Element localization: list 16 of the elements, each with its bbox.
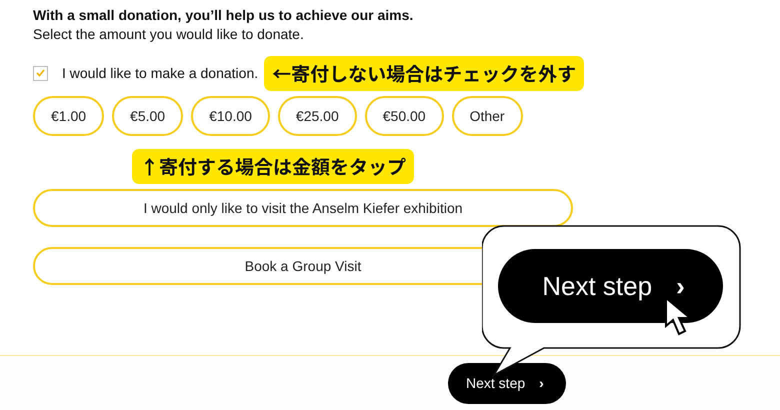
amount-button[interactable]: €50.00: [364, 96, 444, 136]
annotation: ←寄付しない場合はチェックを外す: [264, 56, 584, 90]
amount-button[interactable]: €1.00: [33, 96, 104, 136]
next-step-button[interactable]: Next step ›: [448, 362, 566, 404]
amount-button[interactable]: €10.00: [191, 96, 270, 136]
amount-button[interactable]: €25.00: [278, 96, 357, 136]
heading: With a small donation, you’ll help us to achieve our aims.: [33, 6, 414, 25]
subtitle: Select the amount you would like to donate.: [33, 25, 305, 44]
amount-button[interactable]: €5.00: [112, 96, 184, 136]
next-step-button[interactable]: Next step ›: [498, 249, 723, 323]
amount-button[interactable]: Other: [452, 96, 523, 136]
checkbox[interactable]: [33, 66, 48, 80]
annotation: ↑寄付する場合は金額をタップ: [132, 149, 414, 184]
option-button[interactable]: I would only like to visit the Anselm Kiefer exhibition: [33, 189, 573, 227]
checkbox-label: I would like to make a donation.: [62, 65, 258, 81]
check-icon: [36, 69, 45, 77]
